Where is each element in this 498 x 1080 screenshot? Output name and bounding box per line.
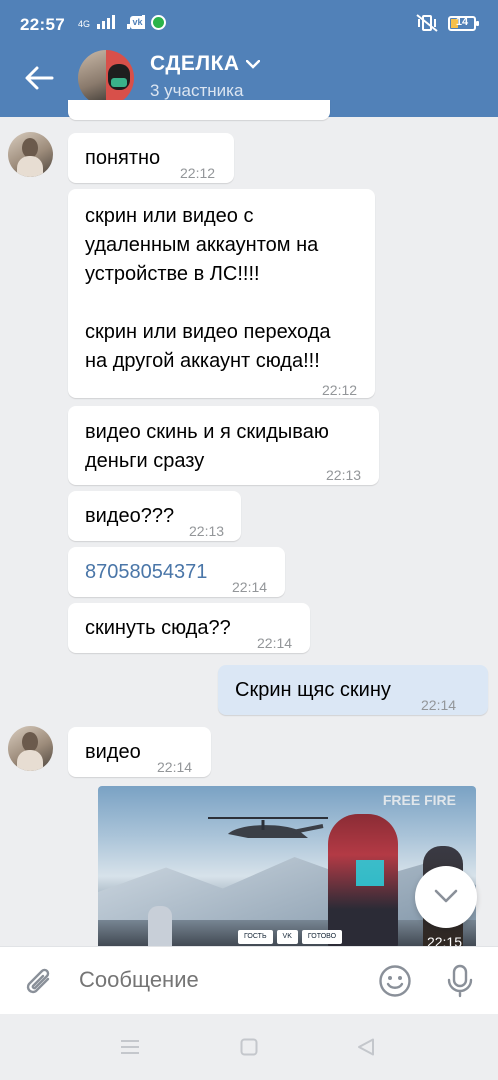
message-input[interactable] [79,967,359,993]
outgoing-message-bubble[interactable]: Скрин щяс скину 22:14 [218,665,488,715]
network-type: 4G [78,19,91,29]
video-attachment[interactable]: FREE FIRE ГОСТЬ VK ГОТОВО 22:15 [98,786,476,950]
system-navigation-bar [0,1014,498,1080]
sender-avatar[interactable] [8,726,53,771]
message-composer [0,946,498,1014]
message-text: видео??? [85,505,175,527]
message-time: 22:12 [322,382,358,398]
chat-title[interactable]: СДЕЛКА [150,52,260,76]
sender-avatar[interactable] [8,132,53,177]
battery-level: 14 [455,15,469,28]
message-bubble[interactable]: видео??? 22:13 [68,491,241,541]
game-watermark: FREE FIRE [382,792,456,808]
message-bubble[interactable]: понятно 22:12 [68,133,234,183]
chevron-down-icon [434,889,458,903]
attach-icon[interactable] [24,965,54,999]
message-bubble[interactable]: скинуть сюда?? 22:14 [68,603,310,653]
microphone-icon[interactable] [446,964,474,998]
phone-link[interactable]: 87058054371 [85,558,207,587]
character-small [148,906,172,950]
message-text: скрин или видео с удаленным аккаунтом на… [85,205,331,372]
guest-label: ГОСТЬ [238,930,273,944]
home-icon[interactable] [240,1038,258,1056]
status-bar: 22:57 4G vk 14 [0,0,498,48]
message-time: 22:13 [326,467,362,483]
ready-label: ГОТОВО [301,930,343,944]
emoji-icon[interactable] [378,964,412,998]
message-time: 22:14 [157,759,193,775]
back-arrow-icon[interactable] [22,62,56,94]
scroll-down-button[interactable] [415,866,477,928]
back-icon[interactable] [357,1038,375,1056]
whatsapp-notification-icon [151,15,166,30]
message-time: 22:12 [180,165,216,181]
message-bubble[interactable]: скрин или видео с удаленным аккаунтом на… [68,189,375,398]
message-bubble[interactable]: 87058054371 22:14 [68,547,285,597]
message-text: понятно [85,147,161,169]
battery-icon: 14 [448,15,479,31]
message-bubble[interactable]: видео скинь и я скидываю деньги сразу 22… [68,406,379,485]
previous-message-stub [68,100,330,120]
vk-notification-icon: vk [130,16,145,29]
message-time: 22:14 [257,635,293,651]
message-time: 22:14 [421,697,457,713]
chat-title-text: СДЕЛКА [150,52,240,75]
message-time: 22:13 [189,523,225,539]
chevron-down-icon [245,59,260,69]
message-text: Скрин щяс скину [235,679,391,701]
game-login-bar: ГОСТЬ VK ГОТОВО [238,930,343,944]
menu-icon[interactable] [120,1039,140,1055]
helicopter-graphic [208,817,328,838]
message-text: видео [85,741,141,763]
status-time: 22:57 [20,15,65,34]
message-text: скинуть сюда?? [85,617,231,639]
message-time: 22:14 [232,579,268,595]
message-bubble[interactable]: видео 22:14 [68,727,211,777]
vk-label: VK [276,930,298,944]
chat-avatar[interactable] [78,50,134,106]
chat-subtitle: 3 участника [150,81,244,100]
message-text: видео скинь и я скидываю деньги сразу [85,421,329,472]
vibrate-icon [416,14,438,32]
